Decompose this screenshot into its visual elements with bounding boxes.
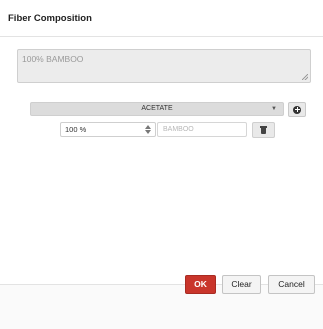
- composition-summary-text: 100% BAMBOO: [22, 54, 84, 64]
- clear-button[interactable]: Clear: [222, 275, 261, 294]
- chevron-down-icon: ▼: [271, 106, 277, 112]
- ok-button[interactable]: OK: [185, 275, 216, 294]
- fiber-name-placeholder: BAMBOO: [163, 125, 194, 133]
- resize-grip-icon[interactable]: [302, 74, 308, 80]
- percent-input[interactable]: 100 %: [60, 122, 156, 137]
- fiber-type-selected: ACETATE: [141, 105, 173, 112]
- delete-fiber-button[interactable]: [252, 122, 275, 138]
- percent-value: 100 %: [65, 125, 87, 134]
- trash-icon: [260, 126, 267, 134]
- fiber-type-select[interactable]: ACETATE ▼: [30, 102, 284, 116]
- fiber-composition-dialog: Fiber Composition 100% BAMBOO ACETATE ▼ …: [0, 0, 323, 329]
- dialog-header: Fiber Composition: [0, 0, 323, 37]
- plus-circle-icon: [293, 105, 301, 114]
- stepper-down-icon[interactable]: [145, 130, 151, 134]
- percent-stepper[interactable]: [144, 124, 152, 135]
- fiber-name-input[interactable]: BAMBOO: [157, 122, 247, 137]
- dialog-title: Fiber Composition: [8, 13, 92, 24]
- stepper-up-icon[interactable]: [145, 125, 151, 129]
- cancel-button[interactable]: Cancel: [268, 275, 315, 294]
- add-fiber-button[interactable]: [288, 102, 306, 117]
- composition-summary-textarea[interactable]: 100% BAMBOO: [17, 49, 311, 83]
